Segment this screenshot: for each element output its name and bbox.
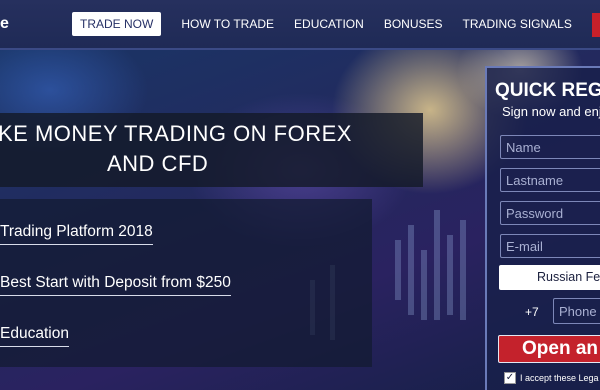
feature-link-deposit[interactable]: Best Start with Deposit from $250: [0, 274, 231, 296]
main-nav: TRADE NOW HOW TO TRADE EDUCATION BONUSES…: [72, 12, 592, 36]
terms-checkbox[interactable]: ✓: [504, 372, 516, 384]
decor-bar: [395, 240, 401, 300]
nav-bonuses[interactable]: BONUSES: [384, 12, 443, 36]
email-field[interactable]: [500, 234, 600, 258]
hero-headline: KE MONEY TRADING ON FOREX AND CFD: [0, 113, 423, 187]
nav-trading-signals[interactable]: TRADING SIGNALS: [463, 12, 572, 36]
password-field[interactable]: [500, 201, 600, 225]
nav-trade-now[interactable]: TRADE NOW: [72, 12, 162, 36]
nav-education[interactable]: EDUCATION: [294, 12, 364, 36]
nav-how-to-trade[interactable]: HOW TO TRADE: [181, 12, 274, 36]
decor-bar: [460, 220, 466, 320]
country-select[interactable]: Russian Fe: [499, 265, 600, 290]
terms-label: I accept these Lega: [520, 373, 599, 383]
feature-link-platform[interactable]: Trading Platform 2018: [0, 223, 153, 245]
lastname-field[interactable]: [500, 168, 600, 192]
decor-bar: [434, 210, 440, 320]
phone-field[interactable]: [553, 298, 600, 324]
open-account-button[interactable]: Open an: [498, 335, 600, 363]
feature-list: Trading Platform 2018 Best Start with De…: [0, 199, 372, 367]
decor-bar: [421, 250, 427, 320]
name-field[interactable]: [500, 135, 600, 159]
top-navigation-bar: e TRADE NOW HOW TO TRADE EDUCATION BONUS…: [0, 0, 600, 48]
decor-bar: [408, 225, 414, 315]
decor-bar: [447, 235, 453, 315]
header-cta-edge[interactable]: [592, 13, 600, 37]
headline-line-2: AND CFD: [107, 151, 209, 176]
registration-subtitle: Sign now and enj: [502, 104, 600, 119]
feature-link-education[interactable]: Education: [0, 325, 69, 347]
site-logo[interactable]: e: [0, 15, 9, 33]
phone-prefix: +7: [525, 305, 539, 319]
headline-line-1: KE MONEY TRADING ON FOREX: [0, 121, 352, 146]
registration-title: QUICK REGI: [495, 80, 600, 101]
